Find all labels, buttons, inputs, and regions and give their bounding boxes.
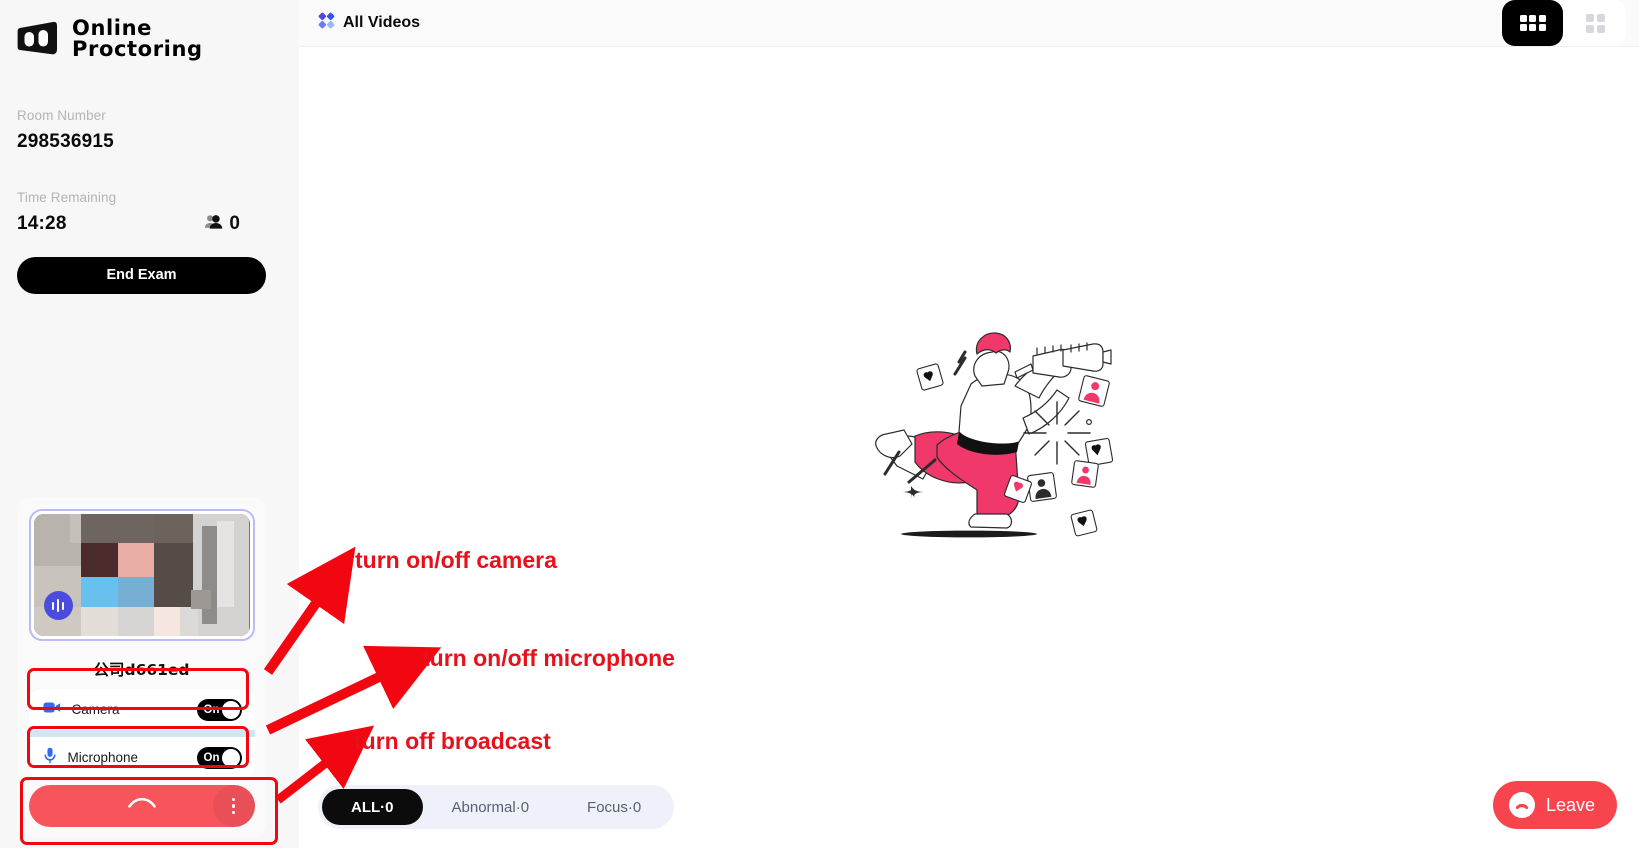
four-diamonds-icon (318, 12, 335, 34)
top-bar: All Videos (299, 0, 1639, 47)
video-stage: ALL·0 Abnormal·0 Focus·0 Leave (299, 47, 1639, 848)
grid-six-icon[interactable] (1502, 0, 1563, 46)
tab-abnormal[interactable]: Abnormal·0 (423, 789, 559, 825)
microphone-toggle[interactable]: On (196, 746, 242, 769)
people-icon (204, 214, 223, 234)
brand-line-2: Proctoring (72, 37, 203, 62)
self-camera-preview[interactable] (28, 509, 255, 641)
online-proctoring-app: Online Proctoring Room Number 298536915 … (0, 0, 1639, 848)
audio-waveform-icon (43, 591, 73, 620)
leave-button-label: Leave (1545, 794, 1595, 815)
filter-tabs: ALL·0 Abnormal·0 Focus·0 (318, 785, 675, 829)
more-vertical-icon[interactable] (212, 785, 255, 827)
time-remaining-value: 14:28 (17, 212, 67, 234)
broadcast-hangup-button[interactable] (28, 785, 255, 827)
main-panel: All Videos ALL·0 Abnormal·0 Focus·0 Leav… (299, 0, 1639, 848)
camera-toggle-knob (221, 700, 240, 719)
camera-toggle[interactable]: On (196, 698, 242, 721)
microphone-label: Microphone (67, 750, 139, 765)
brand-logo-text: Online Proctoring (72, 16, 203, 62)
self-camera-pixels (33, 514, 250, 636)
brand-logo[interactable]: Online Proctoring (0, 0, 299, 61)
time-remaining-label: Time Remaining (17, 189, 117, 205)
participants-counter: 0 (204, 213, 240, 235)
self-controls: Camera On Microphone On (28, 689, 255, 778)
grid-four-icon[interactable] (1565, 0, 1626, 46)
person-with-binoculars-illustration (819, 314, 1119, 544)
room-number-label: Room Number (17, 107, 106, 123)
room-number-block: Room Number 298536915 (0, 108, 299, 153)
proctoring-logo-icon (17, 21, 61, 57)
microphone-toggle-state: On (203, 751, 220, 764)
self-participant-name: 公司d661ed (93, 661, 190, 679)
phone-hangup-icon (1508, 792, 1535, 818)
leave-button[interactable]: Leave (1492, 781, 1617, 829)
brand-line-1: Online (72, 16, 152, 40)
camera-control-row[interactable]: Camera On (28, 689, 255, 730)
microphone-toggle-knob (221, 748, 240, 767)
end-exam-button[interactable]: End Exam (17, 256, 266, 294)
video-camera-icon (42, 701, 61, 719)
view-mode-toggle (1502, 0, 1626, 46)
phone-hangup-icon (127, 797, 157, 816)
camera-toggle-state: On (203, 703, 220, 716)
tab-all[interactable]: ALL·0 (322, 789, 423, 825)
self-video-card: 公司d661ed Camera On Microphone On (17, 497, 266, 838)
camera-label: Camera (71, 702, 120, 717)
room-number-value: 298536915 (17, 130, 114, 152)
tab-focus[interactable]: Focus·0 (558, 789, 670, 825)
sidebar: Online Proctoring Room Number 298536915 … (0, 0, 299, 848)
page-title-text: All Videos (343, 14, 421, 31)
participants-count: 0 (229, 212, 240, 234)
microphone-control-row[interactable]: Microphone On (28, 737, 255, 778)
time-remaining-block: Time Remaining 14:28 0 (0, 190, 299, 235)
page-title: All Videos (318, 12, 420, 34)
microphone-icon (43, 747, 57, 769)
